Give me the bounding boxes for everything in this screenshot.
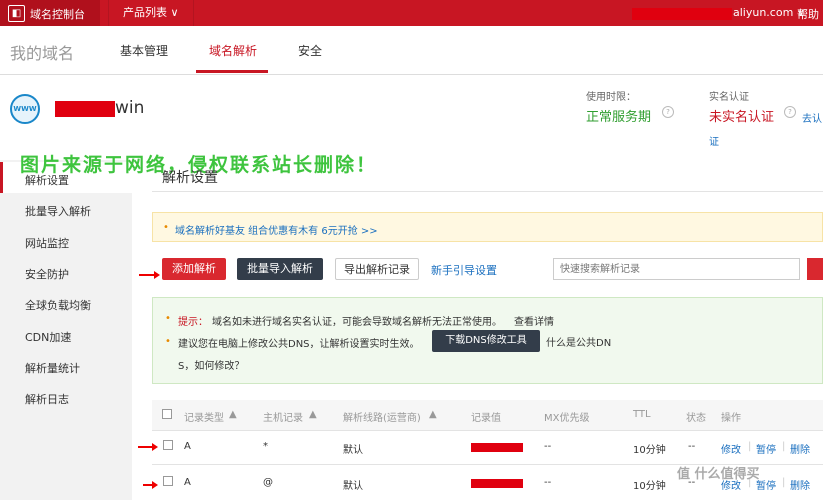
red-arrow-annotation: [139, 271, 160, 279]
export-records-button[interactable]: 导出解析记录: [335, 258, 419, 280]
domain-name-suffix: win: [115, 98, 145, 118]
tab-security[interactable]: 安全: [298, 42, 322, 59]
col-line[interactable]: 解析线路(运营商): [343, 409, 421, 424]
top-bar: ◧ 域名控制台 产品列表 ∨ aliyun.com ∨ 帮助: [0, 0, 823, 26]
col-status: 状态: [686, 413, 706, 424]
download-dns-tool-button[interactable]: 下载DNS修改工具: [432, 330, 540, 352]
record-host: @: [263, 477, 273, 488]
record-mx: --: [544, 477, 552, 488]
red-arrow-annotation: [143, 481, 158, 489]
separator: |: [748, 441, 752, 452]
delete-link[interactable]: 删除: [790, 477, 810, 492]
www-globe-icon: WWW: [10, 94, 40, 124]
sidebar-item-cdn[interactable]: CDN加速: [25, 329, 71, 345]
tip-text-public-dns: 建议您在电脑上修改公共DNS，让解析设置实时生效。: [178, 339, 420, 350]
record-line: 默认: [343, 445, 363, 456]
edit-link[interactable]: 修改: [721, 441, 741, 456]
verify-now-link[interactable]: 去认: [802, 110, 822, 125]
row-checkbox[interactable]: [163, 476, 173, 486]
sidebar-item-stats[interactable]: 解析量统计: [25, 360, 80, 376]
sidebar-item-batch-import[interactable]: 批量导入解析: [25, 203, 91, 219]
bullet-icon: •: [165, 313, 171, 324]
redacted-record-value: [471, 443, 523, 452]
bullet-icon: •: [163, 222, 169, 233]
promo-link[interactable]: 域名解析好基友 组合优惠有木有 6元开抢 >>: [175, 222, 378, 237]
sidebar-item-security[interactable]: 安全防护: [25, 266, 69, 282]
select-all-checkbox[interactable]: [162, 409, 172, 419]
tab-basic-management[interactable]: 基本管理: [120, 42, 168, 59]
add-record-button[interactable]: 添加解析: [162, 258, 226, 280]
record-status: --: [688, 441, 696, 452]
domain-nav: 我的域名 基本管理 域名解析 安全: [0, 26, 823, 75]
search-input[interactable]: [553, 258, 800, 280]
batch-import-button[interactable]: 批量导入解析: [237, 258, 323, 280]
help-question-icon[interactable]: ?: [662, 106, 674, 118]
public-dns-link-cont[interactable]: S，如何修改？: [178, 357, 244, 372]
realname-status: 未实名认证: [709, 110, 775, 125]
separator: |: [782, 477, 786, 488]
col-value: 记录值: [471, 413, 501, 424]
col-actions: 操作: [721, 413, 741, 424]
account-menu[interactable]: aliyun.com ∨: [733, 6, 805, 19]
section-title: 解析设置: [162, 170, 218, 186]
redacted-username: [632, 8, 732, 20]
record-type: A: [184, 441, 191, 452]
tip-text-realname: 域名如未进行域名实名认证，可能会导致域名解析无法正常使用。: [212, 317, 502, 328]
tab-dns-resolution[interactable]: 域名解析: [209, 42, 257, 59]
delete-link[interactable]: 删除: [790, 441, 810, 456]
tip-label: 提示：: [178, 317, 208, 328]
bullet-icon: •: [165, 336, 171, 347]
realname-label: 实名认证: [709, 92, 749, 103]
view-details-link[interactable]: 查看详情: [514, 313, 554, 328]
service-period-label: 使用时限：: [586, 92, 636, 103]
help-question-icon[interactable]: ?: [784, 106, 796, 118]
sidebar-item-load-balance[interactable]: 全球负载均衡: [25, 297, 91, 313]
sort-arrow-icon[interactable]: ▲: [229, 409, 237, 420]
products-menu[interactable]: 产品列表 ∨: [108, 0, 194, 26]
sort-arrow-icon[interactable]: ▲: [429, 409, 437, 420]
corner-watermark: 值 什么值得买: [677, 467, 760, 482]
record-host: *: [263, 441, 268, 452]
col-ttl: TTL: [633, 409, 651, 420]
console-title[interactable]: 域名控制台: [30, 6, 85, 22]
active-tab-indicator: [196, 70, 268, 73]
record-mx: --: [544, 441, 552, 452]
col-host[interactable]: 主机记录: [263, 409, 303, 424]
separator: |: [782, 441, 786, 452]
page-heading: 我的域名: [10, 44, 75, 63]
col-record-type[interactable]: 记录类型: [184, 409, 224, 424]
verify-now-link-cont[interactable]: 证: [709, 133, 719, 148]
pause-link[interactable]: 暂停: [756, 441, 776, 456]
beginner-guide-link[interactable]: 新手引导设置: [431, 262, 497, 278]
redacted-domain-name: [55, 101, 115, 117]
aliyun-logo-icon: ◧: [8, 5, 25, 22]
help-link[interactable]: 帮助: [797, 6, 819, 22]
service-period-value: 正常服务期: [586, 110, 652, 125]
record-line: 默认: [343, 481, 363, 492]
public-dns-link[interactable]: 什么是公共DN: [546, 334, 611, 349]
sidebar-item-logs[interactable]: 解析日志: [25, 391, 69, 407]
record-type: A: [184, 477, 191, 488]
sidebar-item-site-monitor[interactable]: 网站监控: [25, 235, 69, 251]
redacted-record-value: [471, 479, 523, 488]
divider: [152, 191, 823, 192]
red-arrow-annotation: [138, 443, 158, 451]
row-checkbox[interactable]: [163, 440, 173, 450]
col-mx-priority: MX优先级: [544, 413, 590, 424]
sort-arrow-icon[interactable]: ▲: [309, 409, 317, 420]
record-ttl: 10分钟: [633, 445, 666, 456]
search-button[interactable]: [807, 258, 823, 280]
record-ttl: 10分钟: [633, 481, 666, 492]
